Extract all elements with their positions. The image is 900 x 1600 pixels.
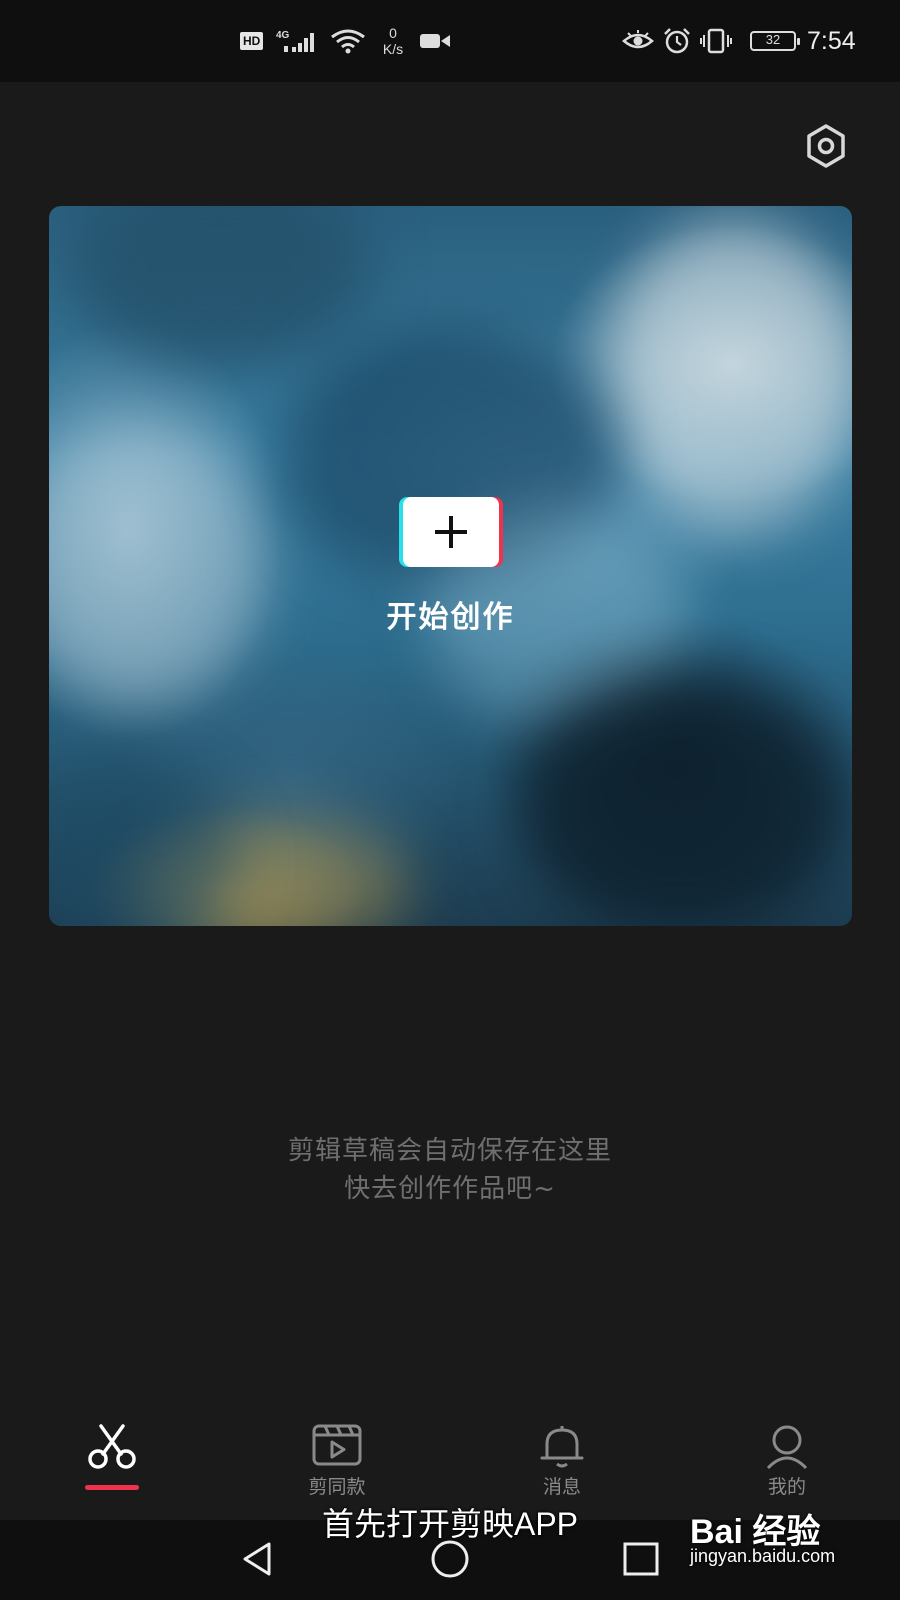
hint-line-1: 剪辑草稿会自动保存在这里	[287, 1136, 612, 1166]
hd-indicator: HD	[240, 0, 264, 82]
bell-icon	[540, 1426, 584, 1468]
network-speed: 0 K/s	[375, 0, 411, 82]
battery-icon: 32	[750, 0, 800, 82]
vibrate-icon	[700, 0, 732, 82]
signal-icon: 4G	[276, 0, 322, 82]
clock: 7:54	[807, 26, 856, 55]
hexagon-settings-icon	[807, 124, 845, 168]
wifi-icon	[330, 0, 366, 82]
speed-value: 0	[389, 25, 397, 41]
back-triangle-icon	[243, 1542, 271, 1576]
tab-templates-label: 剪同款	[308, 1476, 366, 1498]
eye-icon	[622, 0, 654, 82]
create-label: 开始创作	[386, 600, 515, 635]
speed-unit: K/s	[382, 41, 404, 57]
scissors-icon	[88, 1424, 136, 1469]
hd-badge: HD	[240, 32, 264, 50]
baidu-watermark: Bai 经验 jingyan.baidu.com	[690, 1500, 890, 1600]
create-button[interactable]	[402, 497, 499, 567]
status-bar: HD 4G 0 K/s 32 7:54	[0, 0, 900, 82]
baidu-url: jingyan.baidu.com	[690, 1546, 836, 1566]
alarm-icon	[662, 0, 692, 82]
recents-square-icon	[623, 1542, 659, 1576]
tab-messages-label: 消息	[542, 1476, 581, 1498]
empty-drafts-hint: 剪辑草稿会自动保存在这里 快去创作作品吧~	[0, 1132, 900, 1208]
video-camera-icon	[420, 0, 452, 82]
tab-profile-label: 我的	[767, 1476, 806, 1498]
person-icon	[766, 1425, 808, 1470]
svg-text:4G: 4G	[276, 30, 290, 41]
active-tab-indicator	[85, 1485, 139, 1490]
hint-line-2: 快去创作作品吧~	[344, 1174, 556, 1204]
clapperboard-icon	[312, 1424, 362, 1466]
start-creation-card[interactable]: 开始创作	[49, 206, 852, 926]
plus-icon	[434, 516, 467, 548]
settings-button[interactable]	[798, 118, 854, 174]
battery-level: 32	[765, 32, 781, 47]
